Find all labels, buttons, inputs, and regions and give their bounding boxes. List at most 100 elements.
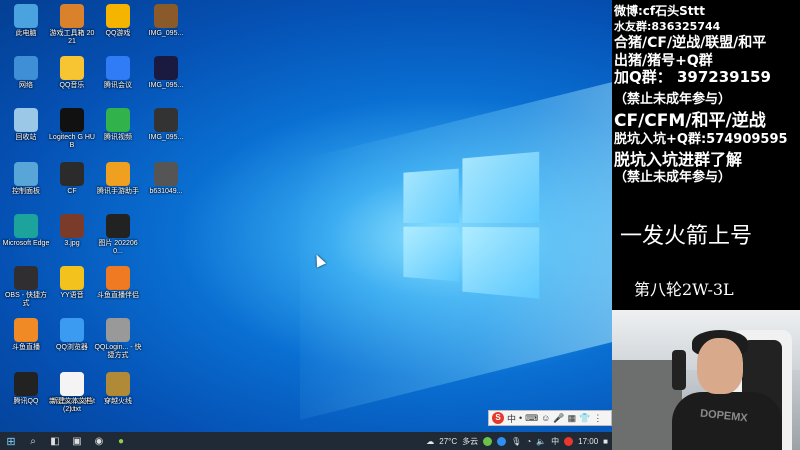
app-icon [60,108,84,132]
desktop-icon-label: OBS - 快捷方式 [4,292,47,307]
desktop-icon[interactable]: 回收站 [2,106,50,166]
desktop-icon-label: IMG_095... [148,30,184,37]
app-icon [106,214,130,238]
app-icon [60,372,84,396]
sogou-ime-icon[interactable]: S [492,412,504,424]
tray-app-icon[interactable] [497,436,507,446]
desktop-icon-label: IMG_095... [148,82,184,89]
desktop-icon[interactable]: Microsoft Edge [2,212,50,272]
taskbar: ⊞ ⌕ ◧ ▣ ◉ ● ☁ 27°C 多云 🎙 ◔ 🔈 中 17:00 ■ [0,432,612,450]
desktop-icon[interactable]: 游戏工具箱 2021 [48,2,96,62]
app-icon [60,162,84,186]
app-icon [106,108,130,132]
ime-skin-icon[interactable]: 👕 [579,413,590,424]
desktop-icon[interactable]: QQ游戏 [94,2,142,62]
search-icon[interactable]: ⌕ [22,432,44,450]
desktop-icon-label: QQ游戏 [105,30,131,37]
desktop-icon-label: QQ音乐 [59,82,85,89]
app-icon [154,162,178,186]
desktop-icon-label: QQ浏览器 [56,344,88,351]
ime-keyboard-icon[interactable]: ⌨ [525,413,538,424]
app-icon [60,266,84,290]
system-tray: ☁ 27°C 多云 🎙 ◔ 🔈 中 17:00 ■ [426,436,612,447]
desktop-icon-label: 腾讯会议 [104,82,132,89]
desktop-icon-label: b631049... [149,188,183,195]
tray-app-icon[interactable] [483,436,493,446]
app-icon [106,318,130,342]
weather-desc[interactable]: 多云 [462,436,478,447]
app-icon [14,318,38,342]
desktop-icon-label: 斗鱼直播 [12,344,40,351]
desktop-icon-label: 图片 2022060... [98,240,138,255]
desktop-icon[interactable]: 斗鱼直播 [2,316,50,376]
minor-warning-line: （禁止未成年参与） [614,92,732,107]
file-explorer-icon[interactable]: ▣ [66,432,88,450]
round-record: 第八轮2W-3L [634,280,734,299]
desktop-icon[interactable]: 控制面板 [2,160,50,220]
ime-toolbox-icon[interactable]: ▦ [568,413,577,424]
stream-info-panel: 微博:cf石头Sttt 水友群:836325744 合猪/CF/逆战/联盟/和平… [612,0,800,310]
games-line: 合猪/CF/逆战/联盟/和平 [614,35,767,51]
desktop-icon[interactable]: 网络 [2,54,50,114]
ime-language-indicator[interactable]: 中 [551,436,559,447]
desktop-icon[interactable]: 腾讯视频 [94,106,142,166]
desktop-icon[interactable]: b631049... [142,160,190,220]
desktop-icon[interactable]: 腾讯手游助手 [94,160,142,220]
desktop-icon[interactable]: IMG_095... [142,2,190,62]
ime-toolbar[interactable]: S 中 • ⌨ ☺ 🎤 ▦ 👕 ⋮ [488,410,612,426]
desktop-icon[interactable]: IMG_095... [142,106,190,166]
clock[interactable]: 17:00 [578,437,598,446]
desktop-icon[interactable]: 此电脑 [2,2,50,62]
desktop-icon[interactable]: 腾讯QQ [2,370,50,430]
desktop-icon[interactable]: CF [48,160,96,220]
weather-icon[interactable]: ☁ [426,437,434,446]
desktop-icon-label: YY语音 [60,292,84,299]
desktop-icon[interactable]: Logitech G HUB [48,106,96,166]
desktop-icon[interactable]: 穿越火线 [94,370,142,430]
app-icon [106,162,130,186]
desktop-icon[interactable]: 图片 2022060... [94,212,142,272]
desktop-icon-label: 新建文本文档 (2).txt [51,398,93,413]
desktop-icon[interactable]: 新建文本文档 (2).txt [48,370,96,430]
app-icon [106,4,130,28]
desktop-icon[interactable]: 腾讯会议 [94,54,142,114]
desktop-icon[interactable]: QQ音乐 [48,54,96,114]
desktop-icon[interactable]: 3.jpg [48,212,96,272]
ime-mode-label[interactable]: 中 [507,412,516,425]
desktop-icon[interactable]: QQ浏览器 [48,316,96,376]
app-icon [60,4,84,28]
desktop-icon[interactable]: YY语音 [48,264,96,324]
desktop-icon-label: 3.jpg [64,240,80,247]
desktop-icon-label: 此电脑 [15,30,37,37]
desktop-icon-label: 控制面板 [12,188,40,195]
notification-icon[interactable]: ■ [603,437,608,446]
desktop-icon[interactable]: OBS - 快捷方式 [2,264,50,324]
desktop-icon[interactable]: QQLogin... - 快捷方式 [94,316,142,376]
volume-icon[interactable]: 🔈 [536,437,546,446]
ime-voice-icon[interactable]: 🎤 [553,413,564,424]
desktop-icon[interactable]: IMG_095... [142,54,190,114]
microphone-icon[interactable]: 🎙 [511,437,521,446]
app-icon [14,56,38,80]
sogou-tray-icon[interactable] [564,436,574,446]
windows-start-icon[interactable]: ⊞ [0,432,22,450]
weather-temp[interactable]: 27°C [439,437,457,446]
desktop-icon-label: QQLogin... - 快捷方式 [94,344,142,359]
network-icon[interactable]: ◔ [526,437,531,446]
app-icon [14,108,38,132]
desktop-icon-label: Logitech G HUB [49,134,95,149]
task-view-icon[interactable]: ◧ [44,432,66,450]
ime-emoji-icon[interactable]: ☺ [541,413,550,423]
ime-punctuation-icon[interactable]: • [519,413,522,423]
desktop-icon-label: IMG_095... [148,134,184,141]
desktop-icon-label: 斗鱼直播伴侣 [97,292,139,299]
game-taskbar-icon[interactable]: ● [110,432,132,450]
desktop-icon[interactable]: 斗鱼直播伴侣 [94,264,142,324]
weibo-line: 微博:cf石头Sttt [614,4,705,18]
ime-more-icon[interactable]: ⋮ [593,413,602,424]
desktop-icon-label: 游戏工具箱 2021 [49,30,95,45]
app-icon [14,162,38,186]
qq-group-line: 加Q群： 397239159 [614,68,771,86]
obs-taskbar-icon[interactable]: ◉ [88,432,110,450]
microphone-icon [672,350,686,390]
